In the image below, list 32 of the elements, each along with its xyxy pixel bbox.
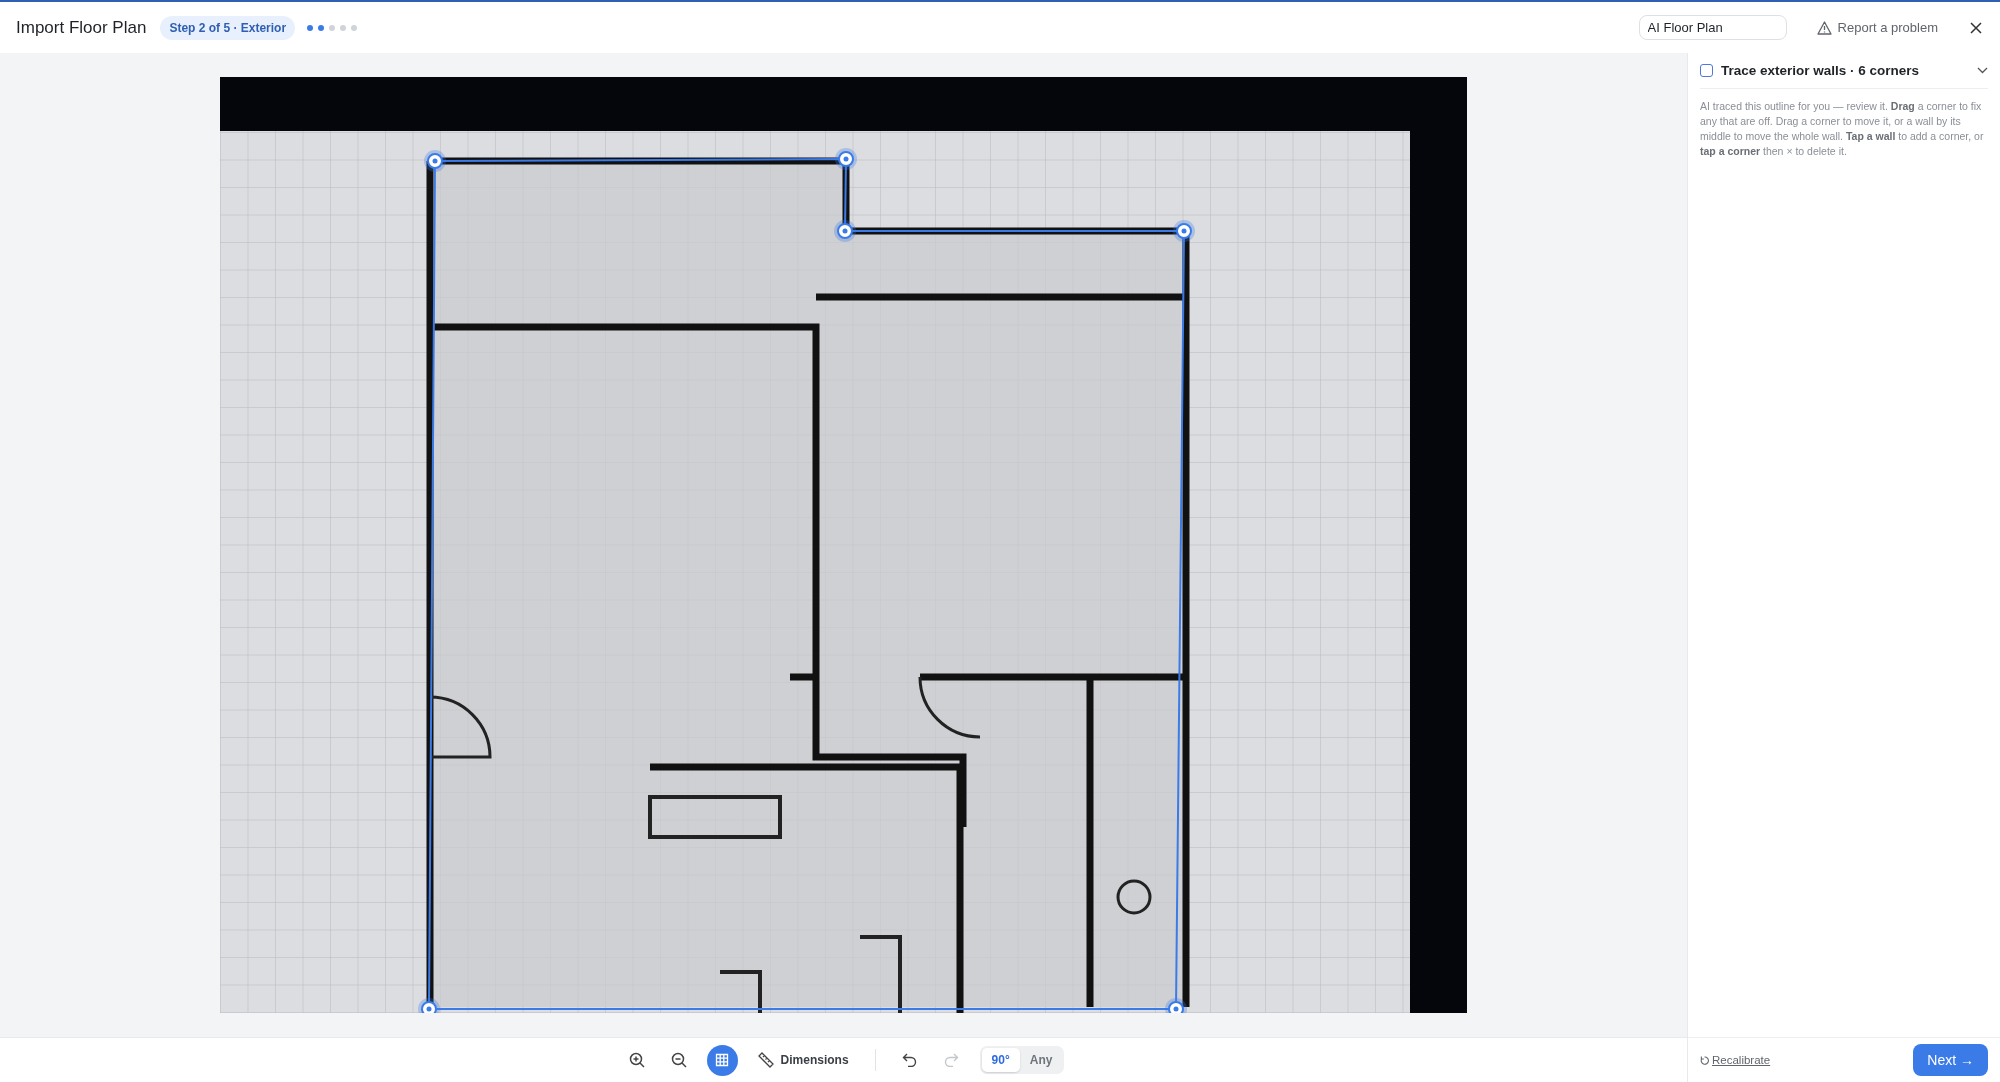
angle-option[interactable]: Any xyxy=(1019,1048,1063,1072)
zoom-out-icon xyxy=(670,1052,687,1068)
task-title: Trace exterior walls · 6 corners xyxy=(1721,63,1921,78)
corner-handle[interactable] xyxy=(418,998,440,1013)
step-badge: Step 2 of 5 · Exterior xyxy=(160,15,296,40)
name-field[interactable]: AI Floor Plan xyxy=(1638,15,1787,40)
corner-handle[interactable] xyxy=(1165,998,1187,1013)
corner-handle[interactable] xyxy=(834,220,856,242)
redo-icon xyxy=(944,1053,960,1067)
expand-button[interactable] xyxy=(1977,67,1988,74)
help-text: AI traced this outline for you — review it. Drag a corner to fix any that are off. Drag a corner to move it, or a wall by its middle to move the whole wall. Tap a wall to add a corner, or tap a corner then × to delete it. xyxy=(1700,99,1985,159)
zoom-in-icon xyxy=(628,1052,645,1068)
corner-handle[interactable] xyxy=(835,148,857,170)
warning-icon xyxy=(1816,20,1832,35)
grid-icon xyxy=(715,1053,730,1067)
reset-icon xyxy=(1700,1055,1709,1065)
angle-option[interactable]: 90° xyxy=(981,1048,1020,1072)
chevron-icon xyxy=(1977,67,1988,74)
corner-handle[interactable] xyxy=(424,150,446,172)
close-button[interactable] xyxy=(1968,19,1984,36)
ruler-icon xyxy=(757,1052,774,1068)
traced-outline[interactable] xyxy=(428,158,1185,1010)
corner-handle[interactable] xyxy=(1173,220,1195,242)
grid-toggle[interactable] xyxy=(706,1044,738,1076)
close-icon xyxy=(1970,21,1982,34)
page-title: Import Floor Plan xyxy=(16,17,147,38)
undo-icon xyxy=(902,1053,918,1067)
dimensions-button[interactable]: Dimensions xyxy=(751,1051,855,1069)
recalibrate-link[interactable]: Recalibrate xyxy=(1700,1054,1771,1066)
next-button[interactable]: Next → xyxy=(1913,1044,1988,1076)
task-checkbox[interactable] xyxy=(1700,64,1713,77)
report-link[interactable]: Report a problem xyxy=(1810,19,1944,36)
